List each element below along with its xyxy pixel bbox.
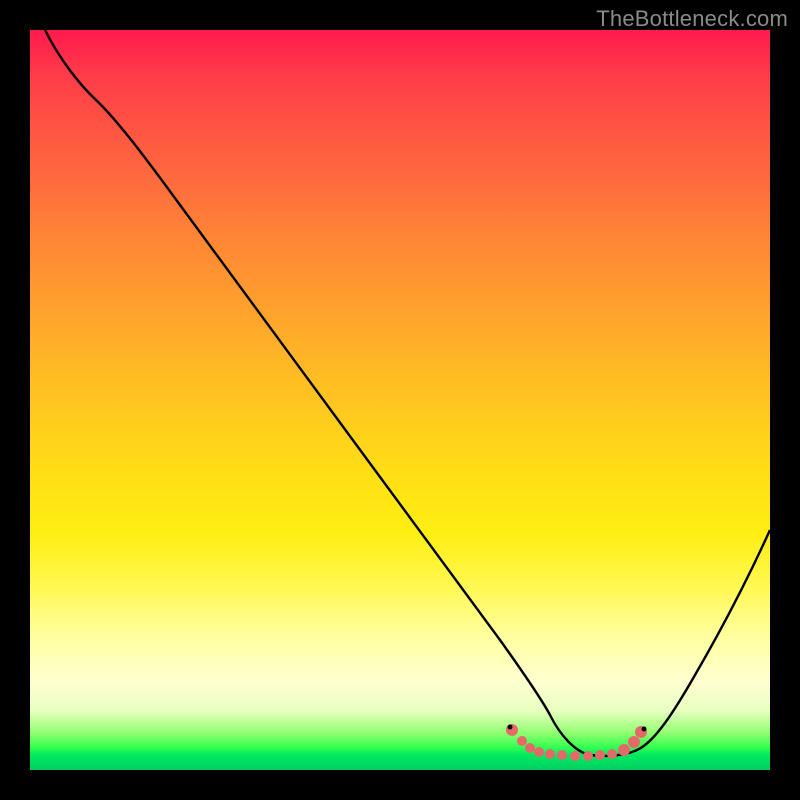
optimal-range-markers — [506, 724, 647, 761]
bottleneck-curve — [45, 30, 770, 756]
chart-frame: TheBottleneck.com — [0, 0, 800, 800]
watermark-text: TheBottleneck.com — [596, 6, 788, 32]
curve-layer — [30, 30, 770, 770]
plot-area — [30, 30, 770, 770]
